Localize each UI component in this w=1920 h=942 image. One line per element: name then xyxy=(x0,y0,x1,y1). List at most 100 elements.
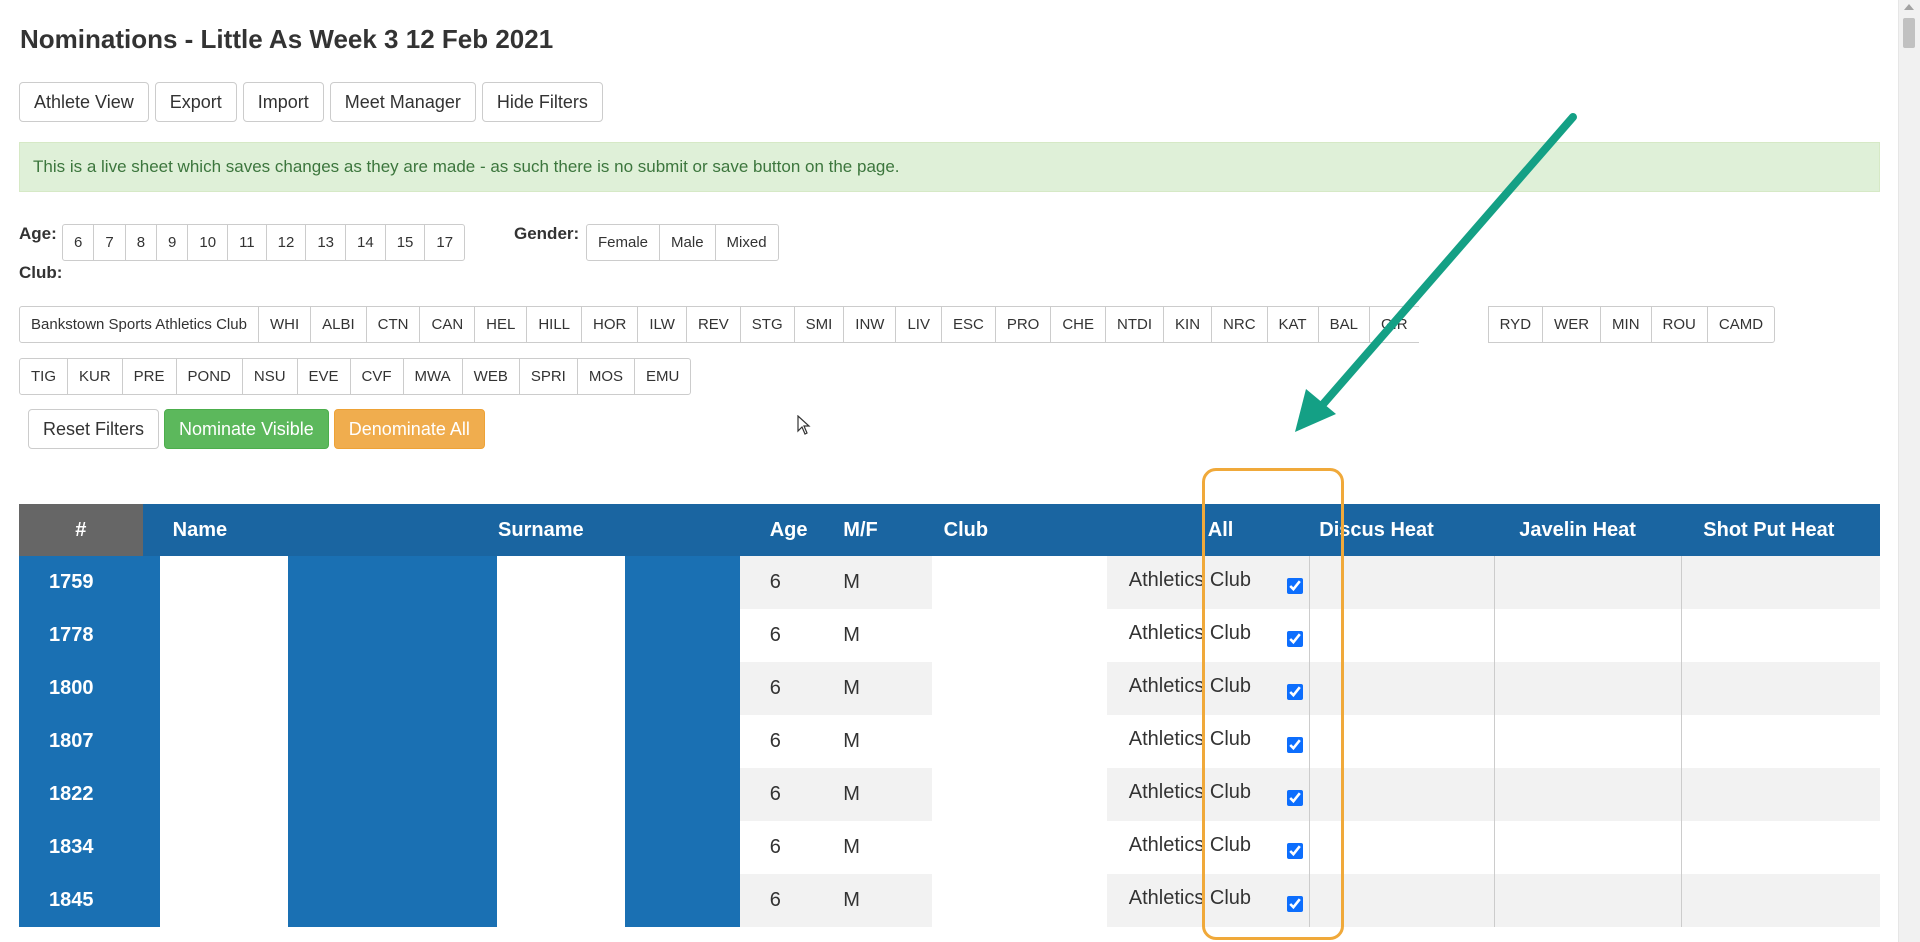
row-javelin-cell[interactable] xyxy=(1493,715,1682,768)
club-filter-web[interactable]: WEB xyxy=(461,358,520,395)
club-filter-redacted[interactable] xyxy=(1418,306,1489,343)
row-javelin-cell[interactable] xyxy=(1493,768,1682,821)
club-filter-whi[interactable]: WHI xyxy=(257,306,312,343)
club-filter-rou[interactable]: ROU xyxy=(1650,306,1708,343)
club-filter-bal[interactable]: BAL xyxy=(1317,306,1370,343)
row-all-checkbox[interactable] xyxy=(1286,683,1303,700)
age-filter-10[interactable]: 10 xyxy=(187,224,229,261)
row-discus-cell[interactable] xyxy=(1308,609,1495,662)
row-discus-cell[interactable] xyxy=(1308,662,1495,715)
meet-manager-button[interactable]: Meet Manager xyxy=(329,82,476,122)
row-javelin-cell[interactable] xyxy=(1493,609,1682,662)
club-filter-tig[interactable]: TIG xyxy=(19,358,68,395)
club-filter-mwa[interactable]: MWA xyxy=(402,358,463,395)
club-filter-nsu[interactable]: NSU xyxy=(241,358,298,395)
nominate-visible-button[interactable]: Nominate Visible xyxy=(164,409,329,449)
row-all-checkbox[interactable] xyxy=(1286,789,1303,806)
row-all-checkbox[interactable] xyxy=(1286,842,1303,859)
scroll-up-arrow-icon[interactable] xyxy=(1904,4,1914,10)
age-filter-14[interactable]: 14 xyxy=(345,224,386,261)
row-shotput-cell[interactable] xyxy=(1680,662,1880,715)
age-filter-6[interactable]: 6 xyxy=(62,224,95,261)
col-surname-header[interactable]: Surname xyxy=(466,504,740,556)
age-filter-17[interactable]: 17 xyxy=(424,224,466,261)
age-filter-11[interactable]: 11 xyxy=(227,224,267,261)
club-filter-inw[interactable]: INW xyxy=(843,306,897,343)
club-filter-eve[interactable]: EVE xyxy=(296,358,351,395)
club-filter-wer[interactable]: WER xyxy=(1542,306,1602,343)
club-filter-ryd[interactable]: RYD xyxy=(1487,306,1544,343)
age-filter-8[interactable]: 8 xyxy=(124,224,158,261)
row-all-checkbox[interactable] xyxy=(1286,577,1303,594)
col-discus-header[interactable]: Discus Heat xyxy=(1309,504,1495,556)
row-all-checkbox[interactable] xyxy=(1286,736,1303,753)
col-name-header[interactable]: Name xyxy=(142,504,467,556)
gender-filter-male[interactable]: Male xyxy=(659,224,716,261)
reset-filters-button[interactable]: Reset Filters xyxy=(28,409,160,449)
hide-filters-button[interactable]: Hide Filters xyxy=(481,82,603,122)
scroll-thumb[interactable] xyxy=(1903,18,1915,48)
col-id-header[interactable]: # xyxy=(19,504,143,556)
row-discus-cell[interactable] xyxy=(1308,821,1495,874)
export-button[interactable]: Export xyxy=(154,82,237,122)
club-filter-kin[interactable]: KIN xyxy=(1163,306,1213,343)
club-filter-spri[interactable]: SPRI xyxy=(518,358,578,395)
row-all-checkbox[interactable] xyxy=(1286,895,1303,912)
row-discus-cell[interactable] xyxy=(1308,768,1495,821)
row-javelin-cell[interactable] xyxy=(1493,662,1682,715)
age-filter-15[interactable]: 15 xyxy=(384,224,426,261)
row-shotput-cell[interactable] xyxy=(1680,821,1880,874)
col-all-header[interactable]: All xyxy=(1131,504,1310,556)
club-filter-pond[interactable]: POND xyxy=(175,358,243,395)
club-filter-ilw[interactable]: ILW xyxy=(637,306,687,343)
row-shotput-cell[interactable] xyxy=(1680,715,1880,768)
col-javelin-header[interactable]: Javelin Heat xyxy=(1494,504,1682,556)
club-filter-hel[interactable]: HEL xyxy=(474,306,528,343)
club-filter-hill[interactable]: HILL xyxy=(526,306,583,343)
row-javelin-cell[interactable] xyxy=(1493,874,1682,927)
club-filter-rev[interactable]: REV xyxy=(685,306,741,343)
age-filter-7[interactable]: 7 xyxy=(93,224,126,261)
club-filter-che[interactable]: CHE xyxy=(1050,306,1107,343)
club-filter-can[interactable]: CAN xyxy=(419,306,476,343)
club-filter-mos[interactable]: MOS xyxy=(576,358,636,395)
club-filter-pre[interactable]: PRE xyxy=(121,358,177,395)
row-shotput-cell[interactable] xyxy=(1680,556,1880,609)
club-filter-liv[interactable]: LIV xyxy=(895,306,942,343)
club-filter-gir[interactable]: GIR xyxy=(1368,306,1420,343)
athlete-view-button[interactable]: Athlete View xyxy=(19,82,149,122)
col-club-header[interactable]: Club xyxy=(943,504,1132,556)
club-filter-camd[interactable]: CAMD xyxy=(1706,306,1776,343)
row-javelin-cell[interactable] xyxy=(1493,556,1682,609)
col-shotput-header[interactable]: Shot Put Heat xyxy=(1681,504,1880,556)
club-filter-kur[interactable]: KUR xyxy=(67,358,123,395)
club-filter-esc[interactable]: ESC xyxy=(940,306,996,343)
club-filter-albi[interactable]: ALBI xyxy=(310,306,367,343)
denominate-all-button[interactable]: Denominate All xyxy=(333,409,485,449)
club-filter-cvf[interactable]: CVF xyxy=(349,358,404,395)
age-filter-12[interactable]: 12 xyxy=(265,224,307,261)
row-shotput-cell[interactable] xyxy=(1680,874,1880,927)
row-all-checkbox[interactable] xyxy=(1286,630,1303,647)
club-filter-bankstown-sports-athletics-club[interactable]: Bankstown Sports Athletics Club xyxy=(19,306,259,343)
row-shotput-cell[interactable] xyxy=(1680,609,1880,662)
club-filter-kat[interactable]: KAT xyxy=(1266,306,1319,343)
age-filter-9[interactable]: 9 xyxy=(156,224,189,261)
club-filter-pro[interactable]: PRO xyxy=(994,306,1052,343)
page-scrollbar[interactable] xyxy=(1898,0,1920,942)
row-shotput-cell[interactable] xyxy=(1680,768,1880,821)
club-filter-emu[interactable]: EMU xyxy=(634,358,692,395)
gender-filter-mixed[interactable]: Mixed xyxy=(714,224,779,261)
club-filter-smi[interactable]: SMI xyxy=(793,306,845,343)
club-filter-nrc[interactable]: NRC xyxy=(1211,306,1268,343)
row-discus-cell[interactable] xyxy=(1308,556,1495,609)
row-discus-cell[interactable] xyxy=(1308,874,1495,927)
row-discus-cell[interactable] xyxy=(1308,715,1495,768)
import-button[interactable]: Import xyxy=(242,82,324,122)
age-filter-13[interactable]: 13 xyxy=(305,224,347,261)
club-filter-min[interactable]: MIN xyxy=(1600,306,1652,343)
row-javelin-cell[interactable] xyxy=(1493,821,1682,874)
club-filter-ctn[interactable]: CTN xyxy=(365,306,421,343)
club-filter-hor[interactable]: HOR xyxy=(581,306,639,343)
col-mf-header[interactable]: M/F xyxy=(843,504,944,556)
